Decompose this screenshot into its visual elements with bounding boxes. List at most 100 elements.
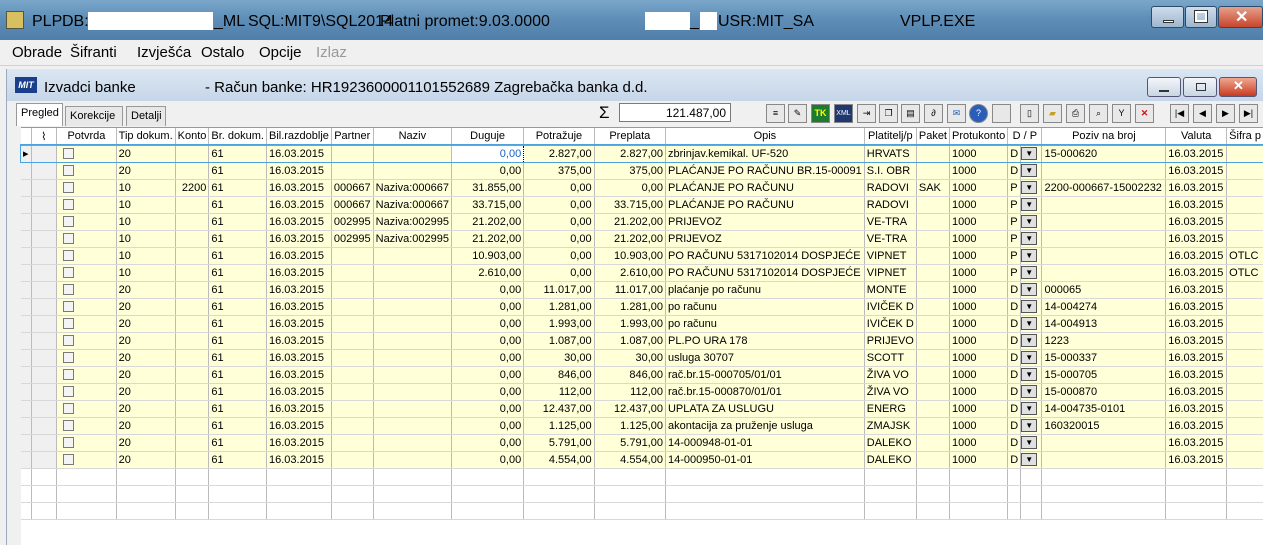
cell-br[interactable]: 61 — [208, 434, 267, 452]
cell-valuta[interactable]: 16.03.2015 — [1165, 383, 1228, 401]
cell-dp[interactable]: D — [1007, 162, 1022, 180]
cell-platitelj[interactable]: ŽIVA VO — [864, 366, 917, 384]
table-row[interactable]: 10 61 16.03.2015 10.903,00 0,00 10.903,00 PO R… — [21, 247, 1263, 265]
cell-partner[interactable]: 002995 — [331, 213, 374, 231]
cell-preplata[interactable]: 375,00 — [594, 162, 666, 180]
cell-valuta[interactable]: 16.03.2015 — [1165, 315, 1228, 333]
cell-protukonto[interactable]: 1000 — [949, 247, 1009, 265]
cell-platitelj[interactable]: IVIČEK D — [864, 315, 917, 333]
chevron-down-icon[interactable]: ▼ — [1021, 266, 1038, 279]
cell-protukonto[interactable]: 1000 — [949, 230, 1009, 248]
cell-poziv[interactable]: 14-004735-0101 — [1041, 400, 1167, 418]
cell-duguje[interactable]: 31.855,00 — [451, 179, 525, 197]
cell-konto[interactable] — [175, 298, 210, 316]
row-selector[interactable] — [21, 332, 32, 350]
potvrda-checkbox[interactable] — [63, 301, 75, 313]
dp-dropdown-cell[interactable]: ▼ — [1020, 264, 1043, 282]
cell-valuta[interactable]: 16.03.2015 — [1165, 434, 1228, 452]
cell-platitelj[interactable]: HRVATS — [864, 145, 917, 163]
table-row[interactable]: 20 61 16.03.2015 0,00 11.017,00 11.017,00 plać… — [21, 281, 1263, 299]
potvrda-cell[interactable] — [56, 196, 117, 214]
chevron-down-icon[interactable]: ▼ — [1021, 198, 1038, 211]
potvrda-checkbox[interactable] — [63, 250, 75, 262]
cell-poziv[interactable]: 15-000870 — [1041, 383, 1167, 401]
cell-preplata[interactable]: 1.125,00 — [594, 417, 666, 435]
cell-partner[interactable] — [331, 400, 374, 418]
filter-icon[interactable]: Y — [1112, 104, 1131, 123]
row-selector[interactable] — [21, 298, 32, 316]
cell-opis[interactable]: PO RAČUNU 5317102014 DOSPJEĆE — [665, 264, 865, 282]
menu-izlaz[interactable]: Izlaz — [316, 44, 347, 61]
cell-potrazuje[interactable]: 1.125,00 — [523, 417, 595, 435]
potvrda-checkbox[interactable] — [63, 335, 75, 347]
cell-tip[interactable]: 10 — [116, 196, 176, 214]
cell-platitelj[interactable]: PRIJEVO — [864, 332, 917, 350]
cell-poziv[interactable]: 15-000620 — [1041, 145, 1167, 163]
cell-platitelj[interactable]: MONTE — [864, 281, 917, 299]
cell-bil[interactable]: 16.03.2015 — [266, 332, 332, 350]
row-selector[interactable] — [21, 162, 32, 180]
cell-bil[interactable]: 16.03.2015 — [266, 383, 332, 401]
header-sifra[interactable]: Šifra p — [1226, 128, 1263, 146]
cell-konto[interactable]: 2200 — [175, 179, 210, 197]
cell-poziv[interactable] — [1041, 247, 1167, 265]
table-row[interactable]: 20 61 16.03.2015 0,00 5.791,00 5.791,00 14-000… — [21, 434, 1263, 452]
cell-konto[interactable] — [175, 145, 210, 163]
open-icon[interactable]: ▰ — [1043, 104, 1062, 123]
cell-platitelj[interactable]: VE-TRA — [864, 213, 917, 231]
cell-protukonto[interactable]: 1000 — [949, 179, 1009, 197]
cell-paket[interactable] — [916, 196, 951, 214]
cell-potrazuje[interactable]: 0,00 — [523, 179, 595, 197]
table-row[interactable]: 20 61 16.03.2015 0,00 1.125,00 1.125,00 akonta… — [21, 417, 1263, 435]
cell-br[interactable]: 61 — [208, 179, 267, 197]
cell-naziv[interactable] — [373, 383, 453, 401]
cell-duguje[interactable]: 0,00 — [451, 366, 525, 384]
cell-tip[interactable]: 20 — [116, 400, 176, 418]
cell-br[interactable]: 61 — [208, 196, 267, 214]
table-row[interactable]: 10 61 16.03.2015 2.610,00 0,00 2.610,00 PO RAČ… — [21, 264, 1263, 282]
cell-protukonto[interactable]: 1000 — [949, 315, 1009, 333]
cell-opis[interactable]: 14-000950-01-01 — [665, 451, 865, 469]
cell-poziv[interactable] — [1041, 451, 1167, 469]
cell-br[interactable]: 61 — [208, 298, 267, 316]
table-row[interactable]: 10 61 16.03.2015 000667 Naziva:000667 33.715,… — [21, 196, 1263, 214]
cell-sifra[interactable] — [1226, 349, 1263, 367]
cell-platitelj[interactable]: S.I. OBR — [864, 162, 917, 180]
cell-opis[interactable]: zbrinjav.kemikal. UF-520 — [665, 145, 865, 163]
cell-dp[interactable]: D — [1007, 315, 1022, 333]
header-potrazuje[interactable]: Potražuje — [523, 128, 595, 146]
cell-konto[interactable] — [175, 264, 210, 282]
potvrda-checkbox[interactable] — [63, 386, 75, 398]
cell-preplata[interactable]: 30,00 — [594, 349, 666, 367]
cell-dp[interactable]: P — [1007, 179, 1022, 197]
cell-duguje[interactable]: 10.903,00 — [451, 247, 525, 265]
cell-valuta[interactable]: 16.03.2015 — [1165, 213, 1228, 231]
cell-br[interactable]: 61 — [208, 349, 267, 367]
cell-poziv[interactable]: 160320015 — [1041, 417, 1167, 435]
cell-konto[interactable] — [175, 247, 210, 265]
cell-tip[interactable]: 20 — [116, 349, 176, 367]
potvrda-checkbox[interactable] — [63, 233, 75, 245]
cell-bil[interactable]: 16.03.2015 — [266, 247, 332, 265]
cell-poziv[interactable]: 14-004913 — [1041, 315, 1167, 333]
potvrda-checkbox[interactable] — [63, 182, 75, 194]
cell-bil[interactable]: 16.03.2015 — [266, 162, 332, 180]
delete-icon[interactable]: ✕ — [1135, 104, 1154, 123]
tab-korekcije[interactable]: Korekcije — [65, 106, 123, 126]
cell-valuta[interactable]: 16.03.2015 — [1165, 451, 1228, 469]
potvrda-checkbox[interactable] — [63, 216, 75, 228]
potvrda-cell[interactable] — [56, 332, 117, 350]
cell-valuta[interactable]: 16.03.2015 — [1165, 247, 1228, 265]
potvrda-cell[interactable] — [56, 281, 117, 299]
cell-poziv[interactable]: 000065 — [1041, 281, 1167, 299]
cell-naziv[interactable]: Naziva:000667 — [373, 196, 453, 214]
potvrda-checkbox[interactable] — [63, 318, 75, 330]
cell-protukonto[interactable]: 1000 — [949, 162, 1009, 180]
row-selector[interactable] — [21, 247, 32, 265]
row-selector[interactable] — [21, 230, 32, 248]
potvrda-checkbox[interactable] — [63, 352, 75, 364]
dp-dropdown-cell[interactable]: ▼ — [1020, 145, 1043, 163]
cell-platitelj[interactable]: RADOVI — [864, 196, 917, 214]
cell-naziv[interactable] — [373, 162, 453, 180]
cell-br[interactable]: 61 — [208, 366, 267, 384]
